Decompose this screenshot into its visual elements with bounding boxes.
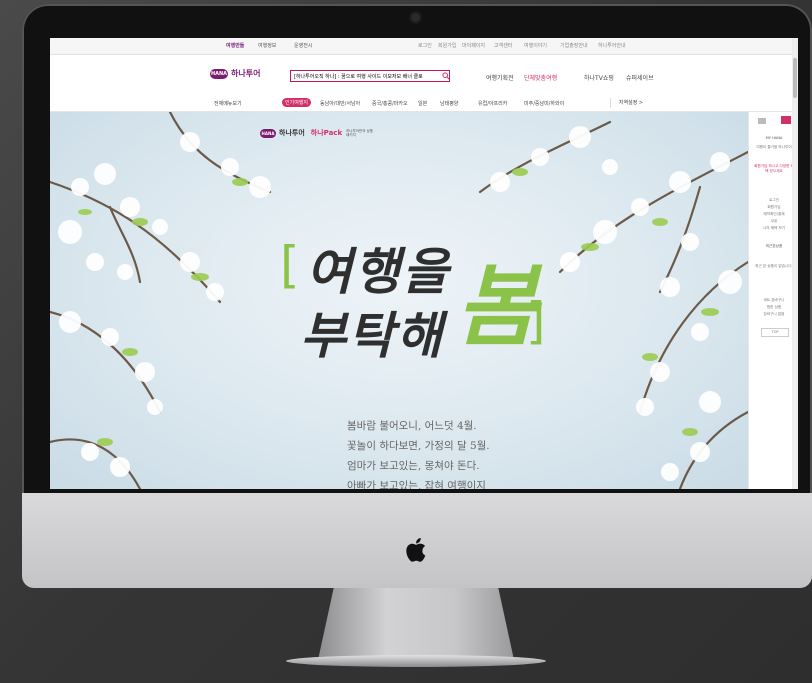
left-bracket-icon: [ [280, 236, 300, 294]
menu-item-south-pacific[interactable]: 남태평양 [440, 100, 458, 107]
tab-travel[interactable]: 여행만들 [226, 42, 244, 49]
rail-item[interactable]: 여행이 즐거움 하나투어 [753, 145, 795, 150]
travel-story-link[interactable]: 여행이야기 [524, 42, 547, 49]
hero-copy-line: 꽃놀이 하다보면, 가정의 달 5월. [347, 440, 490, 452]
monitor-base [286, 655, 546, 667]
headline-line1: 여행을 [306, 242, 450, 301]
logo-text: 하나투어 [231, 69, 261, 78]
business-trip-link[interactable]: 기업출장안내 [560, 42, 588, 49]
rail-signup[interactable]: 회원가입 [753, 205, 795, 210]
menu-item-japan[interactable]: 일본 [418, 100, 427, 107]
hero-copy: 봄바람 불어오니, 어느덧 4월. 꽃놀이 하다보면, 가정의 달 5월. 엄마… [347, 416, 490, 489]
top-utility-bar: 여행만들 여행정보 운영전시 로그인 회원가입 마이페이지 고객센터 여행이야기… [50, 38, 798, 55]
rail-wishlist[interactable]: 찜한 상품 [753, 305, 795, 310]
top-button[interactable]: TOP [761, 328, 789, 337]
customer-center-link[interactable]: 고객센터 [494, 42, 512, 49]
hero-banner[interactable]: HANA 하나투어 하나Pack 하나투어만의 상품 패키지 [ 여행을 부탁해… [50, 112, 748, 489]
rail-benefits[interactable]: 나의 혜택 보기 [753, 226, 795, 231]
login-link[interactable]: 로그인 [418, 42, 432, 49]
rail-recent[interactable]: 최근본상품 [753, 244, 795, 249]
rail-set-cart[interactable]: 세트 장바구니 [753, 298, 795, 303]
headline-line2: 부탁해 [300, 306, 444, 365]
all-menu-button[interactable]: 전체메뉴보기 [214, 100, 242, 107]
logo-mark: HANA [210, 68, 228, 79]
hero-brand: HANA 하나투어 하나Pack 하나투어만의 상품 패키지 [260, 128, 376, 138]
promo-link[interactable]: 여행기획전 [486, 73, 514, 82]
search-icon[interactable] [442, 72, 450, 80]
hero-brand-sub: 하나투어만의 상품 패키지 [346, 129, 373, 137]
right-bracket-icon: ] [526, 292, 546, 350]
tab-exhibition[interactable]: 운영전시 [294, 42, 312, 49]
close-icon[interactable] [781, 116, 791, 124]
hero-copy-line: 엄마가 보고있는, 몽쳐야 돈다. [347, 460, 480, 472]
rail-login[interactable]: 로그인 [753, 198, 795, 203]
scrollbar-thumb[interactable] [793, 58, 797, 98]
region-select-button[interactable]: 지역설정 > [610, 98, 651, 108]
browser-screen: 여행만들 여행정보 운영전시 로그인 회원가입 마이페이지 고객센터 여행이야기… [50, 38, 798, 489]
hero-copy-line: 봄바람 불어오니, 어느덧 4월. [347, 420, 477, 432]
site-logo[interactable]: HANA 하나투어 [210, 68, 260, 79]
hero-copy-line: 아빠가 보고있는, 잡혀 여행이지 [347, 480, 486, 489]
headline-accent: 봄 [456, 254, 537, 358]
signup-link[interactable]: 회원가입 [438, 42, 456, 49]
menu-item-europe[interactable]: 유럽/아프리카 [478, 100, 507, 107]
rail-recent-empty: 최근 본 상품이 없습니다. [755, 264, 793, 268]
rail-cart-empty: 장바구니 없음 [763, 312, 785, 316]
scrollbar[interactable] [792, 38, 798, 489]
rail-reservation[interactable]: 예약확인/결제 [753, 212, 795, 217]
bag-icon[interactable] [757, 116, 767, 124]
hero-brand-name: 하나투어 [279, 129, 305, 137]
about-link[interactable]: 하나투어안내 [598, 42, 626, 49]
category-menu: 전체메뉴보기 인기여행지 동남아/대만/서남아 중국/홍콩/마카오 일본 남태평… [50, 95, 798, 112]
mypage-link[interactable]: 마이페이지 [462, 42, 485, 49]
apple-logo-icon [406, 538, 426, 562]
search-input[interactable]: [하나투어오직 하나] : 꿈으로 여행 사이드 이모저모 배너 클로 [290, 70, 450, 82]
camera-icon [411, 13, 420, 22]
quick-menu-rail: MY HANA 여행이 즐거움 하나투어 회원가입 하시고 다양한 혜택 받으세… [748, 112, 798, 489]
rail-title: MY HANA [765, 136, 783, 140]
monitor-stand [318, 588, 514, 660]
group-travel-link[interactable]: 단체맞춤여행 [524, 73, 557, 82]
super-save-link[interactable]: 슈퍼세이브 [626, 73, 654, 82]
hero-brand-mark: HANA [260, 128, 276, 138]
menu-item-americas[interactable]: 미주/중남미/하와이 [524, 100, 564, 107]
menu-item-southeast-asia[interactable]: 동남아/대만/서남아 [320, 100, 360, 107]
hero-brand-pack: 하나Pack [310, 129, 343, 137]
hero-headline: [ 여행을 부탁해 봄 ] [280, 232, 546, 402]
popular-badge[interactable]: 인기여행지 [282, 98, 312, 107]
rail-item[interactable]: 회원가입 하시고 다양한 혜택 받으세요 [753, 164, 795, 174]
rail-coupon[interactable]: 쿠폰 [753, 219, 795, 224]
tab-travel-info[interactable]: 여행정보 [258, 42, 276, 49]
tv-shopping-link[interactable]: 하나TV쇼핑 [584, 73, 614, 82]
menu-item-china[interactable]: 중국/홍콩/마카오 [372, 100, 408, 107]
